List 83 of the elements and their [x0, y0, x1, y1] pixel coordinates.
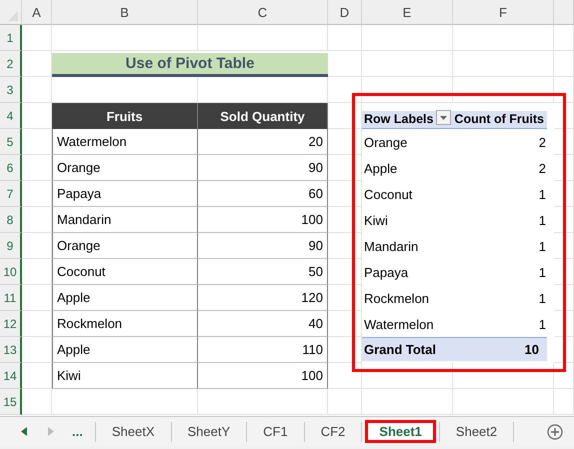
table-cell: 110: [198, 337, 328, 363]
table-cell: 90: [198, 155, 328, 181]
table-cell: Apple: [52, 285, 198, 311]
table-cell: Orange: [52, 155, 198, 181]
table-cell: Kiwi: [52, 363, 198, 389]
row-header[interactable]: 11: [0, 285, 22, 311]
row-header[interactable]: 7: [0, 181, 22, 207]
row-header[interactable]: 12: [0, 311, 22, 337]
empty-cell[interactable]: [453, 25, 554, 51]
empty-cell[interactable]: [362, 77, 453, 103]
row-header[interactable]: 5: [0, 129, 22, 155]
table-cell: Rockmelon: [52, 311, 198, 337]
row-header[interactable]: 6: [0, 155, 22, 181]
column-header[interactable]: A: [22, 0, 52, 25]
empty-cell[interactable]: [554, 51, 574, 77]
sheet-tab[interactable]: CF2: [308, 420, 358, 443]
add-sheet-icon[interactable]: [547, 424, 564, 440]
column-header[interactable]: C: [198, 0, 328, 25]
empty-cell[interactable]: [453, 51, 554, 77]
sheet-tab[interactable]: SheetY: [174, 420, 244, 443]
count-heading: Count of Fruits: [454, 112, 544, 126]
table-cell: Papaya: [52, 181, 198, 207]
empty-cell[interactable]: [554, 337, 574, 363]
table-cell: 90: [198, 233, 328, 259]
row-header[interactable]: 8: [0, 207, 22, 233]
empty-cell[interactable]: [554, 103, 574, 129]
table-cell: 100: [198, 207, 328, 233]
empty-cell[interactable]: [52, 25, 198, 51]
table-cell: 20: [198, 129, 328, 155]
empty-cell[interactable]: [328, 77, 362, 103]
table-cell: Mandarin: [52, 207, 198, 233]
row-header[interactable]: 2: [0, 51, 22, 77]
empty-cell[interactable]: [362, 51, 453, 77]
row-labels-heading: Row Labels: [364, 112, 434, 126]
grand-total-cell: 10: [453, 337, 547, 361]
column-header[interactable]: D: [328, 0, 362, 25]
empty-cell[interactable]: [362, 389, 453, 415]
empty-cell[interactable]: [554, 389, 574, 415]
filter-dropdown-button[interactable]: [436, 110, 452, 125]
table-title: Use of Pivot Table: [52, 53, 328, 77]
empty-cell[interactable]: [453, 77, 554, 103]
select-all-button[interactable]: [0, 0, 22, 25]
table-cell: Apple: [52, 337, 198, 363]
column-header[interactable]: [554, 0, 574, 25]
empty-cell[interactable]: [362, 363, 453, 389]
empty-cell[interactable]: [328, 25, 362, 51]
dropdown-arrow-icon: [440, 116, 448, 120]
empty-cell[interactable]: [362, 25, 453, 51]
row-header[interactable]: 1: [0, 25, 22, 51]
grand-total-cell: Grand Total: [362, 337, 453, 361]
table-cell: 40: [198, 311, 328, 337]
table-cell: 120: [198, 285, 328, 311]
empty-cell[interactable]: [453, 363, 554, 389]
column-header[interactable]: B: [52, 0, 198, 25]
row-header[interactable]: 4: [0, 103, 22, 129]
row-header[interactable]: 10: [0, 259, 22, 285]
table-cell: Orange: [52, 233, 198, 259]
column-heading: Sold Quantity: [198, 103, 328, 129]
row-header[interactable]: 15: [0, 389, 22, 415]
sheet-tab[interactable]: CF1: [250, 420, 301, 443]
sheet-tab[interactable]: Sheet2: [442, 420, 510, 443]
row-header[interactable]: 3: [0, 77, 22, 103]
row-header[interactable]: 9: [0, 233, 22, 259]
empty-cell[interactable]: [328, 389, 362, 415]
table-cell: 60: [198, 181, 328, 207]
column-header[interactable]: F: [453, 0, 554, 25]
empty-cell[interactable]: [554, 77, 574, 103]
row-header[interactable]: 14: [0, 363, 22, 389]
row-header[interactable]: 13: [0, 337, 22, 363]
table-cell: Coconut: [52, 259, 198, 285]
next-sheet-icon[interactable]: [48, 427, 54, 436]
previous-sheet-icon[interactable]: [21, 427, 27, 436]
more-sheets-button[interactable]: ...: [72, 424, 83, 439]
sheet-tab[interactable]: SheetX: [98, 420, 168, 443]
empty-cell[interactable]: [453, 389, 554, 415]
table-cell: 100: [198, 363, 328, 389]
table-cell: Watermelon: [52, 129, 198, 155]
empty-cell[interactable]: [198, 25, 328, 51]
column-header[interactable]: E: [362, 0, 453, 25]
sheet-tab[interactable]: Sheet1: [365, 420, 436, 443]
table-cell: 50: [198, 259, 328, 285]
column-heading: Fruits: [52, 103, 198, 129]
empty-cell[interactable]: [554, 363, 574, 389]
